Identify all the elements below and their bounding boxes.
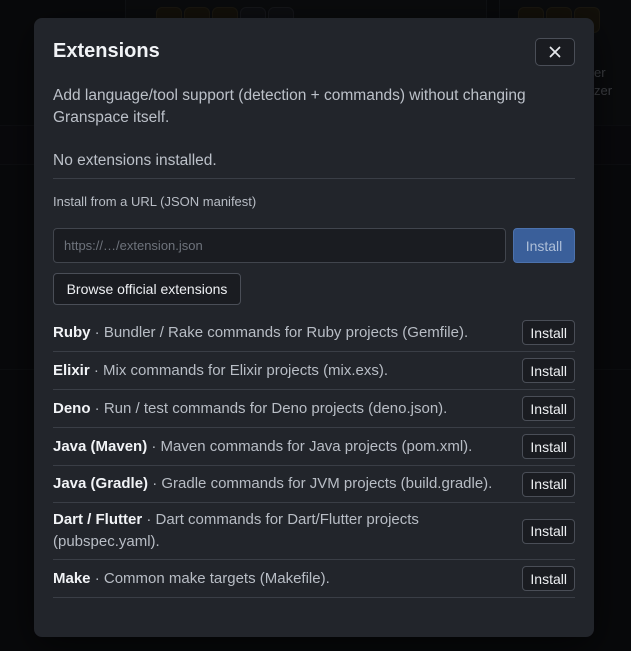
extension-summary: · Mix commands for Elixir projects (mix.… (89, 361, 389, 379)
extension-name: Java (Gradle) (53, 475, 149, 492)
extension-name: Deno (53, 399, 91, 417)
extension-description: Java (Gradle) · Gradle commands for JVM … (53, 473, 513, 495)
extension-description: Java (Maven) · Maven commands for Java p… (53, 436, 513, 458)
manifest-url-input[interactable] (53, 228, 506, 263)
install-deno-button[interactable]: Install (522, 396, 575, 421)
extension-summary: · Common make targets (Makefile). (90, 569, 330, 587)
extension-summary: · Bundler / Rake commands for Ruby proje… (90, 323, 469, 341)
install-ruby-button[interactable]: Install (522, 320, 575, 345)
dialog-description: Add language/tool support (detection + c… (53, 87, 526, 126)
close-button[interactable] (535, 38, 575, 66)
divider (53, 178, 575, 179)
empty-state-text: No extensions installed. (53, 152, 217, 169)
extension-description: Elixir · Mix commands for Elixir project… (53, 360, 513, 382)
extension-row-elixir: Elixir · Mix commands for Elixir project… (53, 352, 575, 390)
url-field-label: Install from a URL (JSON manifest) (53, 194, 257, 209)
extension-name: Dart / Flutter (53, 511, 143, 528)
extension-summary: · Maven commands for Java projects (pom.… (147, 437, 473, 455)
extension-name: Ruby (53, 323, 91, 341)
extension-description: Make · Common make targets (Makefile). (53, 568, 513, 590)
install-make-button[interactable]: Install (522, 566, 575, 591)
install-dart-flutter-button[interactable]: Install (522, 518, 575, 544)
extension-description: Ruby · Bundler / Rake commands for Ruby … (53, 322, 513, 344)
extension-row-java-gradle: Java (Gradle) · Gradle commands for JVM … (53, 466, 575, 503)
extension-description: Deno · Run / test commands for Deno proj… (53, 398, 513, 420)
extension-row-deno: Deno · Run / test commands for Deno proj… (53, 390, 575, 428)
browse-official-extensions-button[interactable]: Browse official extensions (53, 273, 241, 305)
install-elixir-button[interactable]: Install (522, 358, 575, 383)
extensions-dialog: Extensions Add language/tool support (de… (34, 18, 594, 637)
extension-name: Make (53, 569, 91, 587)
extension-row-dart-flutter: Dart / Flutter · Dart commands for Dart/… (53, 503, 575, 560)
extension-summary: · Run / test commands for Deno projects … (90, 399, 448, 417)
install-from-url-button[interactable]: Install (513, 228, 575, 263)
dialog-title: Extensions (53, 40, 160, 62)
close-icon (549, 46, 561, 58)
extension-list: Ruby · Bundler / Rake commands for Ruby … (53, 314, 575, 598)
extension-name: Java (Maven) (53, 437, 148, 455)
extension-name: Elixir (53, 361, 90, 379)
extension-row-ruby: Ruby · Bundler / Rake commands for Ruby … (53, 314, 575, 352)
extension-description: Dart / Flutter · Dart commands for Dart/… (53, 509, 513, 553)
install-java-gradle-button[interactable]: Install (522, 471, 575, 497)
extension-row-make: Make · Common make targets (Makefile). I… (53, 560, 575, 598)
extension-summary: · Gradle commands for JVM projects (buil… (148, 475, 493, 492)
extension-row-java-maven: Java (Maven) · Maven commands for Java p… (53, 428, 575, 466)
install-java-maven-button[interactable]: Install (522, 434, 575, 459)
